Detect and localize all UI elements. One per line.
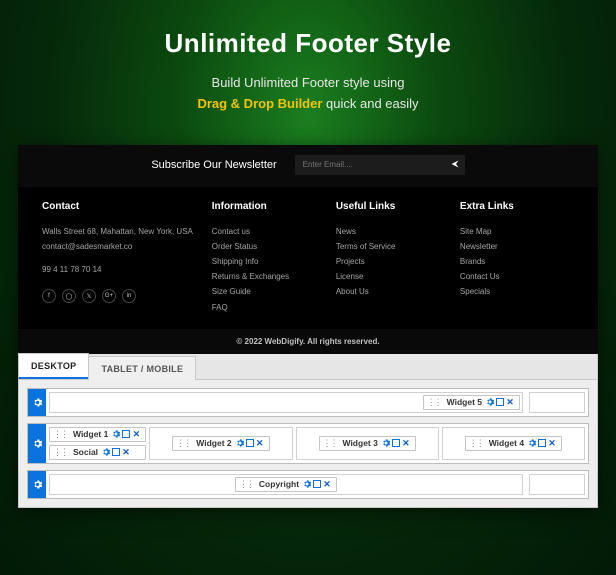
list-item[interactable]: Terms of Service [336,239,450,254]
widget-block[interactable]: Social ✕ [49,445,146,460]
close-icon[interactable]: ✕ [131,429,141,440]
widget-block[interactable]: Widget 2 ✕ [172,436,269,451]
footer-col-contact: Contact Walls Street 68, Mahattan, New Y… [42,201,202,315]
drag-handle-icon[interactable] [173,438,193,449]
contact-heading: Contact [42,201,202,212]
linkedin-icon[interactable]: in [122,289,136,303]
newsletter-bar: Subscribe Our Newsletter [18,145,598,187]
gear-icon[interactable] [235,439,245,447]
list-item[interactable]: Contact us [212,224,326,239]
footer-col-information: Information Contact us Order Status Ship… [212,201,326,315]
drag-handle-icon[interactable] [50,447,70,458]
facebook-icon[interactable]: f [42,289,56,303]
duplicate-icon[interactable] [537,439,547,447]
list-item[interactable]: Brands [460,254,574,269]
newsletter-label: Subscribe Our Newsletter [151,159,276,171]
duplicate-icon[interactable] [111,448,121,456]
contact-email: contact@sadesmarket.co [42,239,202,254]
builder-cell[interactable]: Widget 3 ✕ [296,427,439,460]
drag-handle-icon[interactable] [320,438,340,449]
row-settings-button[interactable] [28,424,46,463]
close-icon[interactable]: ✕ [322,479,332,490]
close-icon[interactable]: ✕ [255,438,265,449]
builder-row: Widget 5 ✕ [27,388,589,417]
builder-row: Copyright ✕ [27,470,589,499]
drag-handle-icon[interactable] [424,397,444,408]
builder-cell[interactable]: Widget 2 ✕ [149,427,292,460]
instagram-icon[interactable]: ◯ [62,289,76,303]
gear-icon[interactable] [302,480,312,488]
close-icon[interactable]: ✕ [121,447,131,458]
duplicate-icon[interactable] [312,480,322,488]
send-icon[interactable] [451,160,459,170]
widget-block[interactable]: Widget 4 ✕ [465,436,562,451]
duplicate-icon[interactable] [245,439,255,447]
hero: Unlimited Footer Style Build Unlimited F… [0,0,616,127]
duplicate-icon[interactable] [121,430,131,438]
list-item[interactable]: About Us [336,284,450,299]
gear-icon[interactable] [485,398,495,406]
list-item[interactable]: Contact Us [460,269,574,284]
list-item[interactable]: News [336,224,450,239]
gear-icon[interactable] [527,439,537,447]
widget-block[interactable]: Copyright ✕ [235,477,337,492]
gear-icon[interactable] [381,439,391,447]
row-settings-button[interactable] [28,389,46,416]
google-plus-icon[interactable]: G+ [102,289,116,303]
footer-col-extra: Extra Links Site Map Newsletter Brands C… [460,201,574,315]
list-item[interactable]: Site Map [460,224,574,239]
widget-block[interactable]: Widget 1 ✕ [49,427,146,442]
list-item[interactable]: Order Status [212,239,326,254]
builder-cell[interactable] [529,392,585,413]
footer-columns: Contact Walls Street 68, Mahattan, New Y… [18,187,598,329]
contact-phone: 99 4 11 78 70 14 [42,262,202,277]
highlight-text: Drag & Drop Builder [197,96,322,111]
list-item[interactable]: Projects [336,254,450,269]
builder-cell[interactable]: Widget 4 ✕ [442,427,585,460]
list-item[interactable]: Size Guide [212,284,326,299]
list-item[interactable]: License [336,269,450,284]
drag-handle-icon[interactable] [236,479,256,490]
builder-body: Widget 5 ✕ Widget 1 [19,380,597,507]
footer-preview: Subscribe Our Newsletter Contact Walls S… [18,145,598,354]
tab-mobile[interactable]: TABLET / MOBILE [88,356,196,380]
builder-cell[interactable]: Copyright ✕ [49,474,523,495]
gear-icon[interactable] [111,430,121,438]
list-item[interactable]: FAQ [212,300,326,315]
close-icon[interactable]: ✕ [547,438,557,449]
contact-address: Walls Street 68, Mahattan, New York, USA [42,224,202,239]
close-icon[interactable]: ✕ [401,438,411,449]
page-subtitle: Build Unlimited Footer style using Drag … [20,73,596,115]
list-item[interactable]: Newsletter [460,239,574,254]
list-item[interactable]: Returns & Exchanges [212,269,326,284]
copyright-bar: © 2022 WebDigify. All rights reserved. [18,329,598,354]
tab-desktop[interactable]: DESKTOP [18,353,89,379]
footer-col-useful: Useful Links News Terms of Service Proje… [336,201,450,315]
widget-block[interactable]: Widget 3 ✕ [319,436,416,451]
list-item[interactable]: Shipping Info [212,254,326,269]
row-settings-button[interactable] [28,471,46,498]
widget-block[interactable]: Widget 5 ✕ [423,395,520,410]
gear-icon[interactable] [101,448,111,456]
footer-builder: DESKTOP TABLET / MOBILE Widget 5 ✕ [18,354,598,508]
duplicate-icon[interactable] [391,439,401,447]
builder-row: Widget 1 ✕ Social ✕ [27,423,589,464]
twitter-icon[interactable]: 𝕏 [82,289,96,303]
drag-handle-icon[interactable] [466,438,486,449]
drag-handle-icon[interactable] [50,429,70,440]
list-item[interactable]: Specials [460,284,574,299]
builder-tabs: DESKTOP TABLET / MOBILE [19,354,597,380]
newsletter-email-input[interactable] [295,155,465,175]
close-icon[interactable]: ✕ [505,397,515,408]
builder-cell[interactable]: Widget 5 ✕ [49,392,523,413]
duplicate-icon[interactable] [495,398,505,406]
page-title: Unlimited Footer Style [20,28,596,59]
builder-cell[interactable] [529,474,585,495]
